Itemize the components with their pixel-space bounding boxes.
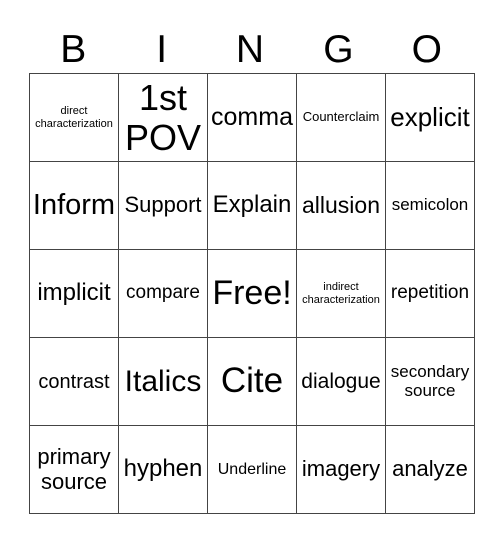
bingo-header: B I N G O	[29, 28, 471, 72]
bingo-cell[interactable]: 1st POV	[118, 73, 208, 162]
bingo-cell[interactable]: Italics	[118, 337, 208, 426]
bingo-cell[interactable]: implicit	[29, 249, 119, 338]
bingo-cell[interactable]: compare	[118, 249, 208, 338]
header-letter-b: B	[60, 28, 87, 71]
bingo-row: primary source hyphen Underline imagery anal…	[29, 425, 475, 514]
header-letter-n: N	[235, 28, 265, 71]
bingo-cell[interactable]: allusion	[296, 161, 386, 250]
bingo-cell[interactable]: hyphen	[118, 425, 208, 514]
bingo-cell[interactable]: Underline	[207, 425, 297, 514]
bingo-cell[interactable]: explicit	[385, 73, 475, 162]
bingo-cell[interactable]: Explain	[207, 161, 297, 250]
bingo-cell[interactable]: Cite	[207, 337, 297, 426]
bingo-cell[interactable]: Counterclaim	[296, 73, 386, 162]
bingo-row: direct characterization 1st POV comma Count…	[29, 73, 475, 162]
header-letter-g: G	[323, 28, 354, 71]
bingo-cell[interactable]: indirect characterization	[296, 249, 386, 338]
bingo-row: implicit compare Free! indirect characteriz…	[29, 249, 475, 338]
bingo-cell[interactable]: dialogue	[296, 337, 386, 426]
bingo-cell[interactable]: secondary source	[385, 337, 475, 426]
bingo-cell[interactable]: analyze	[385, 425, 475, 514]
bingo-cell[interactable]: semicolon	[385, 161, 475, 250]
bingo-grid: direct characterization 1st POV comma Count…	[29, 73, 475, 514]
bingo-cell[interactable]: imagery	[296, 425, 386, 514]
bingo-cell[interactable]: comma	[207, 73, 297, 162]
bingo-cell[interactable]: Inform	[29, 161, 119, 250]
bingo-cell[interactable]: primary source	[29, 425, 119, 514]
bingo-cell[interactable]: Support	[118, 161, 208, 250]
bingo-cell[interactable]: direct characterization	[29, 73, 119, 162]
bingo-row: Inform Support Explain allusion semicolon	[29, 161, 475, 250]
bingo-cell[interactable]: contrast	[29, 337, 119, 426]
header-letter-i: I	[156, 28, 168, 71]
bingo-row: contrast Italics Cite dialogue secondary sou…	[29, 337, 475, 426]
bingo-cell[interactable]: repetition	[385, 249, 475, 338]
bingo-cell[interactable]: Free!	[207, 249, 297, 338]
header-letter-o: O	[411, 28, 442, 71]
